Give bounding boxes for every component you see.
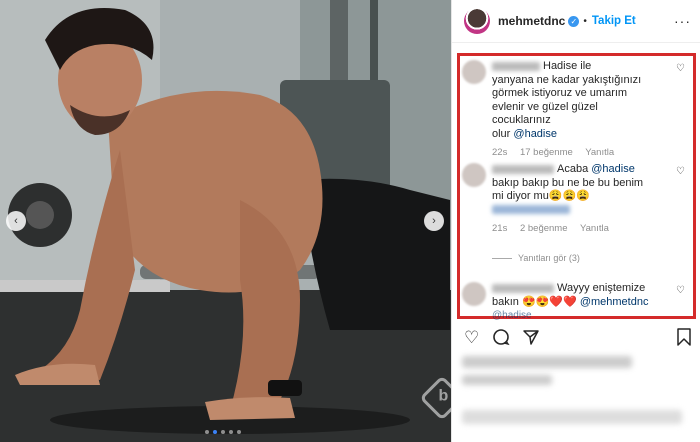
blurred-username[interactable] xyxy=(492,283,554,293)
reply-button[interactable]: Yanıtla xyxy=(585,147,614,158)
more-options-icon[interactable]: ··· xyxy=(674,13,691,29)
separator-dot: • xyxy=(583,15,587,27)
comment-2: Acaba @hadise bakıp bakıp bu ne be bu be… xyxy=(462,163,685,236)
reply-button[interactable]: Yanıtla xyxy=(580,223,609,234)
like-comment-heart-icon[interactable]: ♡ xyxy=(676,284,685,298)
blurred-date-text xyxy=(462,375,552,385)
comment-time: 21s xyxy=(492,223,508,234)
post-photo: ‹ › xyxy=(0,0,451,442)
workout-photo-illustration xyxy=(0,0,451,442)
share-icon[interactable] xyxy=(522,328,540,351)
bookmark-icon[interactable] xyxy=(676,328,692,351)
view-replies-button[interactable]: Yanıtları gör (3) xyxy=(492,253,580,263)
comment-meta: 22s 17 beğenme Yanıtla xyxy=(492,146,682,160)
commenter-avatar[interactable] xyxy=(462,163,486,187)
blurred-username[interactable] xyxy=(492,61,540,71)
comment-line: Acaba xyxy=(557,163,589,175)
comment-1: Hadise ile yanyana ne kadar yakıştığınız… xyxy=(462,60,685,160)
comment-line: yanyana ne kadar yakıştığınızı xyxy=(492,73,642,86)
comment-time: 22s xyxy=(492,147,508,158)
mention-link-partial[interactable]: @hadise xyxy=(492,310,532,321)
carousel-dot xyxy=(221,430,225,434)
carousel-prev-button[interactable]: ‹ xyxy=(6,211,26,231)
comment-3: Wayyy eniştemize bakın 😍😍❤️❤️ @mehmetdnc… xyxy=(462,282,685,323)
mention-link[interactable]: @hadise xyxy=(513,128,557,140)
comment-icon[interactable] xyxy=(492,328,510,351)
blurred-link xyxy=(492,205,570,215)
comment-line: Wayyy eniştemize xyxy=(557,282,646,294)
comment-likes[interactable]: 2 beğenme xyxy=(520,223,568,234)
comment-line: Hadise ile xyxy=(543,60,592,72)
comment-line: bakıp bakıp bu ne be bu benim xyxy=(492,176,644,189)
blurred-likes-text xyxy=(462,356,632,368)
like-comment-heart-icon[interactable]: ♡ xyxy=(676,62,685,76)
comment-line: mi diyor mu😩😩😩 xyxy=(492,190,590,202)
follow-button[interactable]: Takip Et xyxy=(592,15,636,27)
blurred-username[interactable] xyxy=(492,164,554,174)
comment-text: Hadise ile yanyana ne kadar yakıştığınız… xyxy=(492,60,652,141)
carousel-next-button[interactable]: › xyxy=(424,211,444,231)
mention-link[interactable]: @mehmetdnc xyxy=(580,296,649,308)
comment-line: evlenir ve güzel güzel cocuklarınız xyxy=(492,100,598,127)
comment-line: görmek istiyoruz ve umarım xyxy=(492,87,628,99)
post-actions-bar: ♡ xyxy=(460,328,692,348)
author-username[interactable]: mehmetdnc xyxy=(498,14,565,28)
comment-text: Acaba @hadise bakıp bakıp bu ne be bu be… xyxy=(492,163,652,217)
comment-likes[interactable]: 17 beğenme xyxy=(520,147,573,158)
carousel-dot xyxy=(229,430,233,434)
comment-line: bakın 😍😍❤️❤️ xyxy=(492,295,577,308)
commenter-avatar[interactable] xyxy=(462,60,486,84)
comment-line: olur xyxy=(492,127,511,140)
comment-text: Wayyy eniştemize bakın 😍😍❤️❤️ @mehmetdnc… xyxy=(492,282,652,323)
carousel-dot xyxy=(237,430,241,434)
comment-meta: 21s 2 beğenme Yanıtla xyxy=(492,222,682,236)
like-comment-heart-icon[interactable]: ♡ xyxy=(676,165,685,179)
heart-icon[interactable]: ♡ xyxy=(464,328,479,348)
mention-link[interactable]: @hadise xyxy=(591,163,635,175)
carousel-dot xyxy=(205,430,209,434)
carousel-dot-active xyxy=(213,430,217,434)
blurred-add-comment[interactable] xyxy=(462,410,682,424)
author-avatar[interactable] xyxy=(464,8,490,34)
post-header: mehmetdnc ✓ • Takip Et ··· xyxy=(452,0,700,43)
verified-badge-icon: ✓ xyxy=(568,15,580,27)
carousel-indicator xyxy=(205,430,241,434)
commenter-avatar[interactable] xyxy=(462,282,486,306)
